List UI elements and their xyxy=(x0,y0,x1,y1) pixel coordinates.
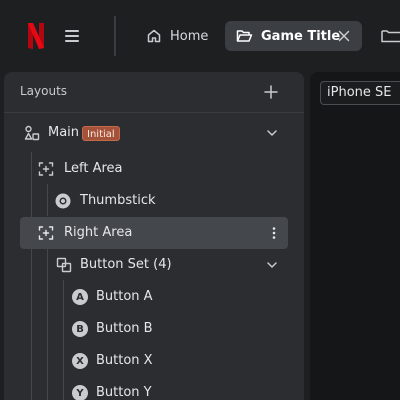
tree-item-button-set[interactable]: Button Set (4) xyxy=(52,249,288,281)
device-select[interactable]: iPhone SE xyxy=(320,81,400,105)
tree-guide-main xyxy=(31,152,32,400)
tab-game-title-label: Game Title xyxy=(261,28,341,44)
tree-guide-left-area xyxy=(47,184,48,216)
tree-item-button-a[interactable]: A Button A xyxy=(68,281,288,313)
button-b-icon: B xyxy=(72,321,88,337)
panel-divider xyxy=(4,112,304,113)
close-icon[interactable] xyxy=(336,28,352,44)
tree-item-left-area[interactable]: Left Area xyxy=(36,153,288,185)
tree-item-label: Thumbstick xyxy=(80,193,156,208)
tab-next[interactable] xyxy=(380,21,400,51)
tree-item-label: Right Area xyxy=(64,225,133,240)
plus-icon[interactable] xyxy=(262,83,280,101)
chevron-down-icon[interactable] xyxy=(265,126,279,140)
button-x-icon: X xyxy=(72,353,88,369)
tree-item-right-area[interactable]: Right Area xyxy=(20,217,288,249)
button-a-icon: A xyxy=(72,289,88,305)
home-icon xyxy=(147,29,161,43)
layouts-panel: Layouts Main Initial Left Area Thumbstic… xyxy=(4,72,304,400)
button-y-icon: Y xyxy=(72,385,88,400)
canvas-area xyxy=(310,72,400,400)
folder-icon xyxy=(381,30,400,43)
top-bar: Home Game Title xyxy=(0,0,400,72)
tab-home-label: Home xyxy=(170,28,209,44)
tree-item-button-x[interactable]: X Button X xyxy=(68,345,288,377)
tree-item-label: Button Set (4) xyxy=(80,257,172,272)
shapes-icon xyxy=(24,125,40,141)
button-set-icon xyxy=(56,257,72,273)
tab-home[interactable]: Home xyxy=(140,21,216,51)
tree-item-label: Button Y xyxy=(96,385,152,400)
tree-guide-button-set xyxy=(63,280,64,400)
tree-item-label: Button A xyxy=(96,289,153,304)
folder-open-icon xyxy=(236,30,253,42)
netflix-logo-icon[interactable] xyxy=(26,22,46,50)
layouts-panel-title: Layouts xyxy=(20,84,68,98)
more-options-icon[interactable] xyxy=(267,226,281,240)
tree-guide-right-area xyxy=(47,248,48,400)
tree-item-label: Button B xyxy=(96,321,153,336)
tree-item-button-b[interactable]: B Button B xyxy=(68,313,288,345)
hamburger-menu-icon[interactable] xyxy=(62,26,82,46)
tree-item-label: Button X xyxy=(96,353,153,368)
layouts-panel-header: Layouts xyxy=(4,72,304,112)
topbar-divider xyxy=(114,16,116,56)
tree-item-label: Left Area xyxy=(64,161,123,176)
tree-item-button-y[interactable]: Y Button Y xyxy=(68,377,288,400)
thumbstick-icon xyxy=(55,193,71,209)
tree-item-label: Main xyxy=(48,125,80,140)
chevron-down-icon[interactable] xyxy=(265,258,279,272)
initial-badge: Initial xyxy=(82,126,120,141)
tree-item-main[interactable]: Main Initial xyxy=(20,117,288,149)
area-select-icon xyxy=(38,162,54,176)
tab-game-title[interactable]: Game Title xyxy=(225,21,362,51)
area-select-icon xyxy=(38,226,54,240)
tree-item-thumbstick[interactable]: Thumbstick xyxy=(52,185,288,217)
